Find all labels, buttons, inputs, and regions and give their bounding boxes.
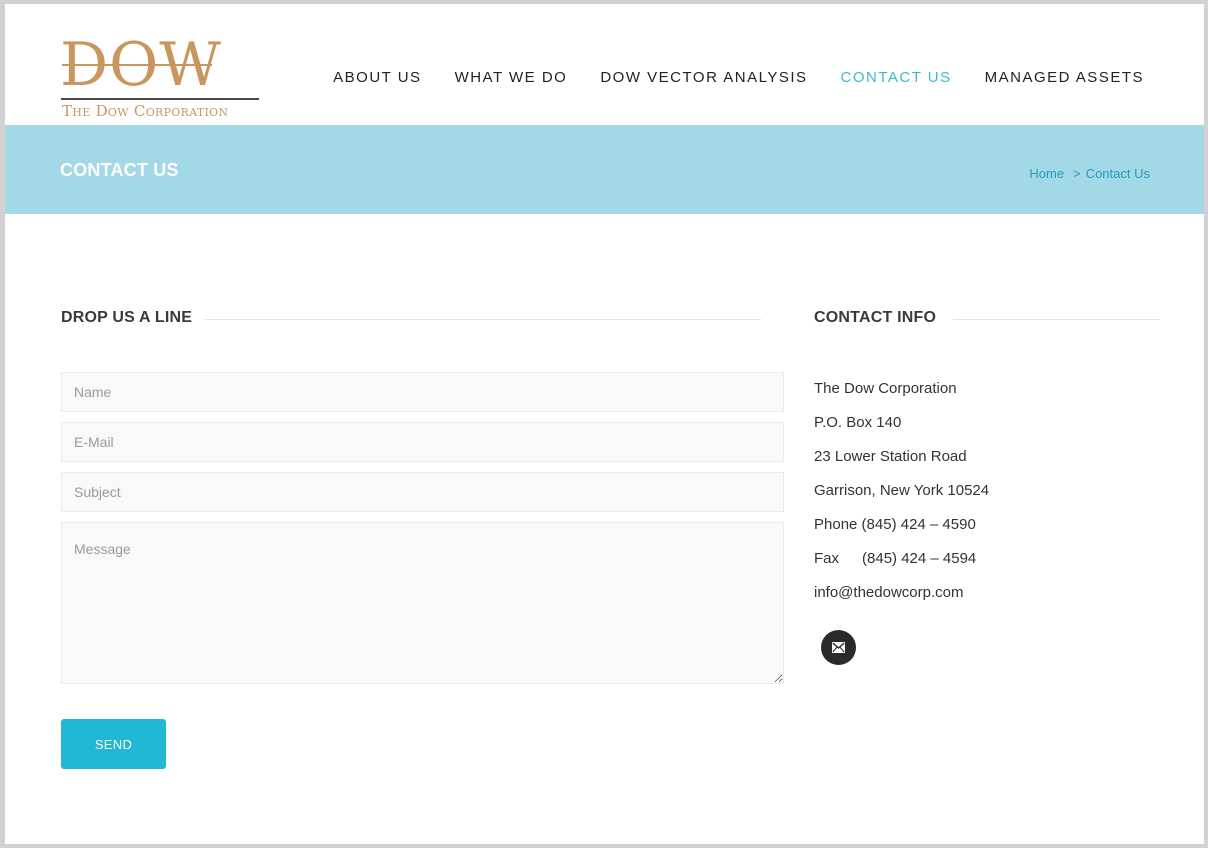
main-nav: ABOUT US WHAT WE DO DOW VECTOR ANALYSIS … — [300, 69, 1144, 86]
contact-email[interactable]: info@thedowcorp.com — [814, 584, 989, 618]
name-input[interactable] — [61, 372, 784, 412]
nav-contact-us[interactable]: CONTACT US — [841, 69, 952, 86]
contact-phone-line: Phone (845) 424 – 4590 — [814, 516, 989, 550]
subject-input[interactable] — [61, 472, 784, 512]
contact-info-block: The Dow Corporation P.O. Box 140 23 Lowe… — [814, 380, 989, 618]
contact-info-heading: CONTACT INFO — [814, 309, 937, 326]
site-header: DOW The Dow Corporation ABOUT US WHAT WE… — [5, 4, 1204, 125]
nav-what-we-do[interactable]: WHAT WE DO — [455, 69, 568, 86]
contact-po-box: P.O. Box 140 — [814, 414, 902, 431]
form-heading: DROP US A LINE — [61, 309, 193, 326]
breadcrumb: Home > Contact Us — [1029, 166, 1150, 181]
phone-label: Phone — [814, 516, 858, 533]
form-heading-divider — [205, 319, 761, 320]
logo-underline — [61, 98, 259, 100]
site-logo[interactable]: DOW The Dow Corporation — [60, 34, 265, 124]
breadcrumb-current: Contact Us — [1085, 166, 1150, 181]
contact-city: Garrison, New York 10524 — [814, 482, 990, 499]
envelope-icon — [832, 642, 845, 653]
page: DOW The Dow Corporation ABOUT US WHAT WE… — [5, 4, 1204, 844]
page-title: CONTACT US — [60, 160, 179, 180]
contact-fax-line: Fax (845) 424 – 4594 — [814, 550, 989, 584]
send-button[interactable]: SEND — [61, 719, 166, 769]
nav-managed-assets[interactable]: MANAGED ASSETS — [985, 69, 1144, 86]
logo-arrow-line — [62, 64, 212, 66]
nav-dow-vector-analysis[interactable]: DOW VECTOR ANALYSIS — [600, 69, 807, 86]
contact-info-divider — [953, 319, 1160, 320]
fax-label: Fax — [814, 550, 840, 567]
phone-number: (845) 424 – 4590 — [861, 516, 976, 533]
breadcrumb-separator: > — [1073, 166, 1081, 181]
email-input[interactable] — [61, 422, 784, 462]
contact-street: 23 Lower Station Road — [814, 448, 967, 465]
message-textarea[interactable] — [61, 522, 784, 684]
breadcrumb-home[interactable]: Home — [1029, 166, 1064, 181]
page-title-bar: CONTACT US Home > Contact Us — [5, 125, 1204, 214]
contact-company: The Dow Corporation — [814, 380, 957, 397]
nav-about-us[interactable]: ABOUT US — [333, 69, 421, 86]
logo-subtitle: The Dow Corporation — [62, 102, 229, 120]
email-social-button[interactable] — [821, 630, 856, 665]
fax-number: (845) 424 – 4594 — [862, 550, 977, 567]
